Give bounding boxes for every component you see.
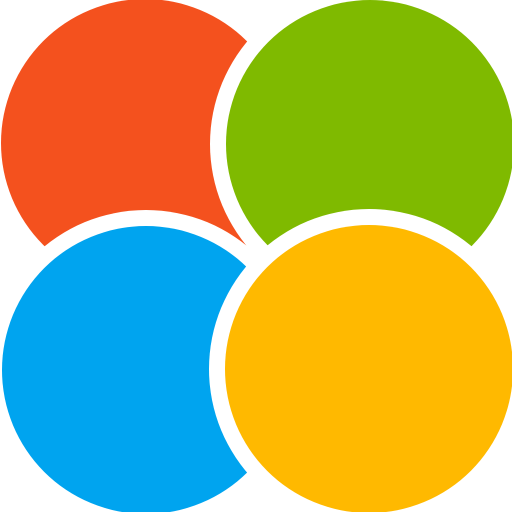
four-circle-logo: [0, 0, 512, 512]
logo-canvas: [0, 0, 512, 512]
yellow-circle: [225, 225, 512, 512]
